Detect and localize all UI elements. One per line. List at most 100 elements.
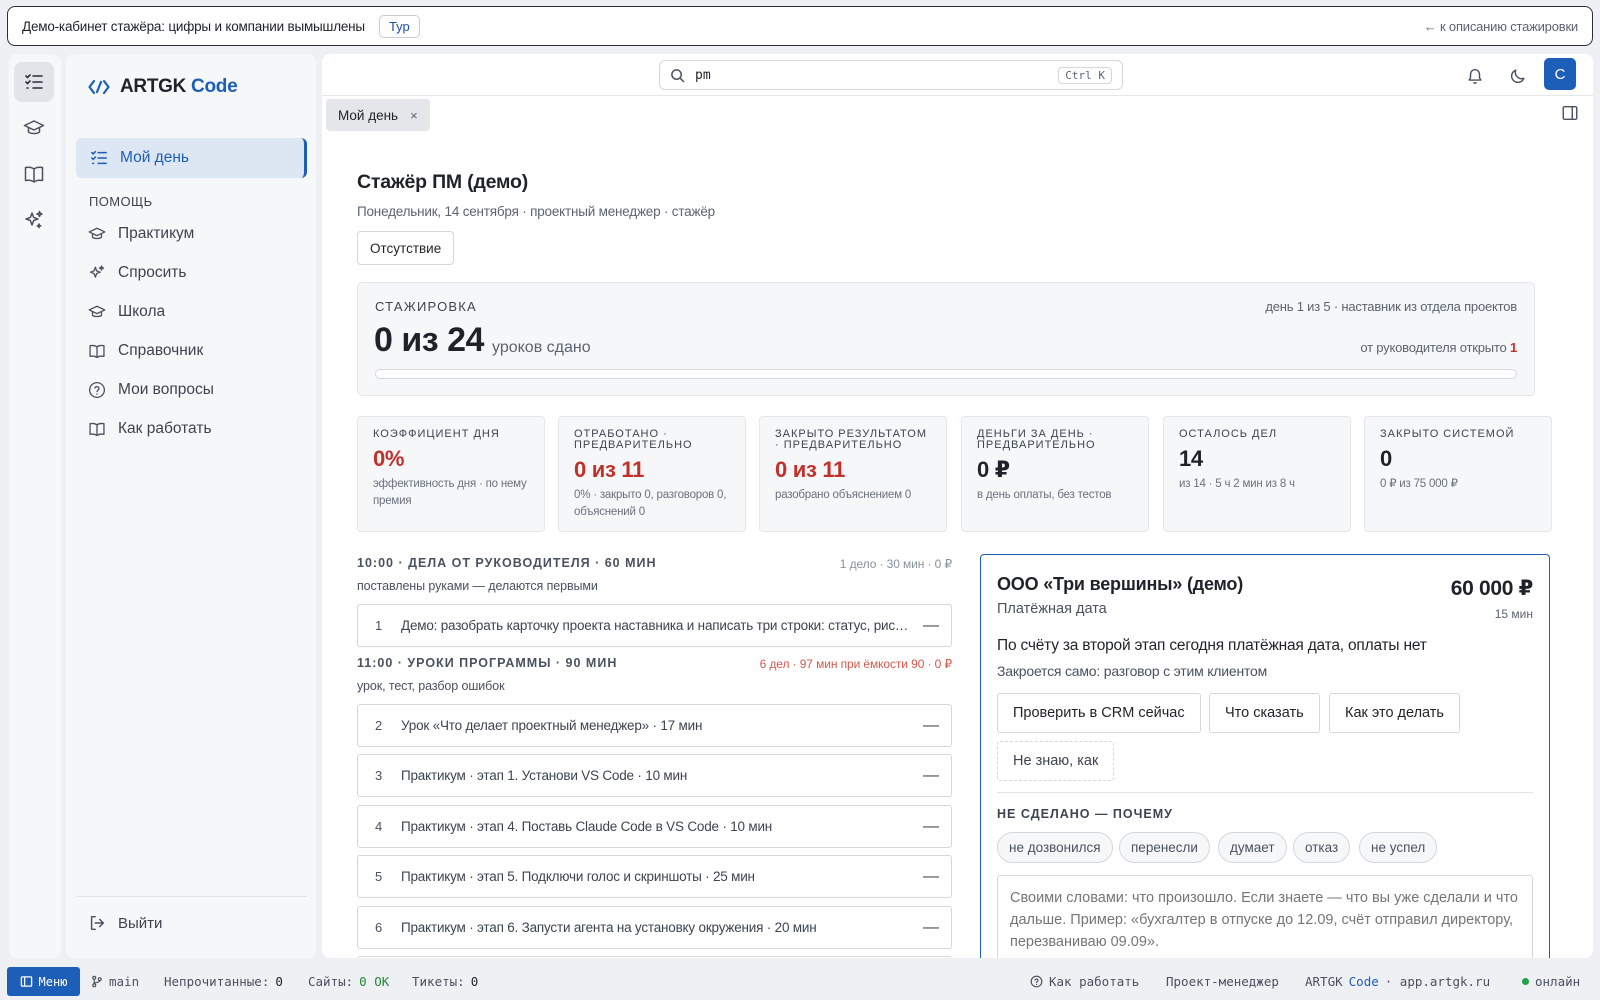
task-row[interactable]: 4 Практикум · этап 4. Поставь Claude Cod… xyxy=(357,805,952,848)
git-branch-icon xyxy=(92,975,102,988)
how-to-work-link[interactable]: Как работать xyxy=(1030,974,1139,989)
section-subtitle: поставлены руками — делаются первыми xyxy=(357,579,598,593)
kpi-value: 0 из 11 xyxy=(775,457,846,482)
logout-button[interactable]: Выйти xyxy=(88,914,162,932)
minus-icon[interactable]: — xyxy=(923,818,939,836)
kpi-note: разобрано объяснением 0 xyxy=(775,489,912,501)
minus-icon[interactable]: — xyxy=(923,767,939,785)
not-done-heading: НЕ СДЕЛАНО — ПОЧЕМУ xyxy=(997,807,1173,821)
search-box[interactable]: Ctrl K xyxy=(659,60,1123,90)
check-crm-button[interactable]: Проверить в CRM сейчас xyxy=(997,693,1201,733)
tour-button[interactable]: Тур xyxy=(378,14,420,38)
minus-icon[interactable]: — xyxy=(923,717,939,735)
task-row[interactable]: 1 Демо: разобрать карточку проекта наста… xyxy=(357,604,952,647)
close-icon[interactable]: × xyxy=(410,108,418,123)
tickets-value: 0 xyxy=(470,974,479,989)
sidebar-item-my-questions[interactable]: Мои вопросы xyxy=(88,381,214,399)
question-circle-icon xyxy=(88,381,106,399)
sites-status[interactable]: Сайты: 0 OK xyxy=(308,974,389,989)
task-number: 1 xyxy=(375,618,383,633)
kpi-card-tasks-left: Осталось дел 14 из 14 · 5 ч 2 мин из 8 ч xyxy=(1163,416,1351,532)
kpi-label: Закрыто системой xyxy=(1380,428,1515,440)
client-card: ООО «Три вершины» (демо) Платёжная дата … xyxy=(980,554,1550,958)
task-text: Практикум · этап 4. Поставь Claude Code … xyxy=(401,819,773,834)
menu-button[interactable]: Меню xyxy=(7,967,80,996)
notifications-button[interactable] xyxy=(1461,62,1489,90)
rail-practicum-button[interactable] xyxy=(14,108,54,148)
sidebar-item-ask[interactable]: Спросить xyxy=(88,264,186,282)
opened-by-manager: от руководителя открыто 1 xyxy=(1360,340,1517,355)
sidebar-item-practicum[interactable]: Практикум xyxy=(88,225,194,243)
rail-ask-button[interactable] xyxy=(14,200,54,240)
rail-handbook-button[interactable] xyxy=(14,154,54,194)
split-view-button[interactable] xyxy=(1561,104,1579,125)
kpi-value: 14 xyxy=(1179,446,1203,471)
status-bar: Меню main Непрочитанные: 0 Сайты: 0 OK Т… xyxy=(0,964,1600,1000)
kpi-card-worked: Отработано · предварительно 0 из 11 0% ·… xyxy=(558,416,746,532)
rail-my-day-button[interactable] xyxy=(14,62,54,102)
task-text: Практикум · этап 5. Подключи голос и скр… xyxy=(401,869,755,884)
kpi-note: эффективность дня · по нему премия xyxy=(373,478,527,507)
client-type: Платёжная дата xyxy=(997,601,1107,617)
back-to-description-link[interactable]: ← к описанию стажировки xyxy=(1424,19,1578,34)
task-row[interactable]: 3 Практикум · этап 1. Установи VS Code ·… xyxy=(357,754,952,797)
checklist-icon xyxy=(91,150,107,165)
reason-note-textarea[interactable] xyxy=(997,875,1533,958)
kpi-value: 0 ₽ xyxy=(977,457,1010,482)
reason-chip[interactable]: не дозвонился xyxy=(997,832,1113,863)
what-to-say-button[interactable]: Что сказать xyxy=(1209,693,1320,733)
tickets-label: Тикеты: xyxy=(412,974,465,989)
theme-toggle[interactable] xyxy=(1504,62,1532,90)
task-number: 6 xyxy=(375,920,383,935)
minus-icon[interactable]: — xyxy=(923,919,939,937)
kpi-label: Закрыто результатом · предварительно xyxy=(775,428,927,451)
reason-chip[interactable]: думает xyxy=(1218,832,1287,863)
absence-button[interactable]: Отсутствие xyxy=(357,231,455,265)
avatar[interactable]: С xyxy=(1544,58,1576,90)
sidebar-item-handbook[interactable]: Справочник xyxy=(88,342,203,360)
opened-label: от руководителя открыто xyxy=(1360,340,1507,355)
sparkles-icon xyxy=(25,210,43,229)
sidebar-item-label: Мои вопросы xyxy=(118,381,214,398)
sidebar-item-how-to-work[interactable]: Как работать xyxy=(88,420,212,438)
unread-counter[interactable]: Непрочитанные: 0 xyxy=(164,974,283,989)
dont-know-button[interactable]: Не знаю, как xyxy=(997,741,1115,781)
reason-chip[interactable]: перенесли xyxy=(1119,832,1210,863)
minus-icon[interactable]: — xyxy=(923,868,939,886)
tab-my-day[interactable]: Мой день × xyxy=(326,99,430,131)
sidebar-item-label: Практикум xyxy=(118,225,195,242)
moon-icon xyxy=(1510,69,1525,84)
branch-indicator[interactable]: main xyxy=(91,974,139,989)
task-row[interactable]: 5 Практикум · этап 5. Подключи голос и с… xyxy=(357,855,952,898)
icon-rail xyxy=(9,54,61,958)
sidebar-item-label: Спросить xyxy=(118,264,187,281)
task-row-partial[interactable] xyxy=(357,956,952,958)
reason-chip[interactable]: отказ xyxy=(1293,832,1351,863)
brand-part1: ARTGK xyxy=(1305,974,1343,989)
kpi-card-money: Деньги за день · предварительно 0 ₽ в де… xyxy=(961,416,1149,532)
logo-part2: Code xyxy=(191,76,238,97)
logout-icon xyxy=(90,915,105,931)
kpi-label: Коэффициент дня xyxy=(373,428,500,440)
sites-value: 0 OK xyxy=(359,974,390,989)
role-indicator: Проект-менеджер xyxy=(1166,974,1279,989)
tickets-counter[interactable]: Тикеты: 0 xyxy=(412,974,478,989)
sidebar-item-my-day[interactable]: Мой день xyxy=(76,138,307,178)
sidebar-divider xyxy=(76,896,307,897)
topbar: Ctrl K С xyxy=(322,54,1593,96)
task-row[interactable]: 6 Практикум · этап 6. Запусти агента на … xyxy=(357,906,952,949)
client-message: По счёту за второй этап сегодня платёжна… xyxy=(997,637,1427,654)
page-subtitle: Понедельник, 14 сентября · проектный мен… xyxy=(357,204,715,219)
logout-label: Выйти xyxy=(118,914,163,932)
lessons-done-value: 0 из 24 xyxy=(374,321,484,359)
reason-chip[interactable]: не успел xyxy=(1359,832,1438,863)
tab-label: Мой день xyxy=(338,107,399,123)
task-row[interactable]: 2 Урок «Что делает проектный менеджер» ·… xyxy=(357,704,952,747)
internship-label: СТАЖИРОВКА xyxy=(375,299,477,314)
how-to-do-button[interactable]: Как это делать xyxy=(1329,693,1460,733)
search-input[interactable] xyxy=(695,67,1049,83)
minus-icon[interactable]: — xyxy=(923,617,939,635)
kpi-value: 0% xyxy=(373,446,405,471)
sidebar-item-school[interactable]: Школа xyxy=(88,303,165,321)
logo[interactable]: ARTGK Code xyxy=(88,76,238,98)
